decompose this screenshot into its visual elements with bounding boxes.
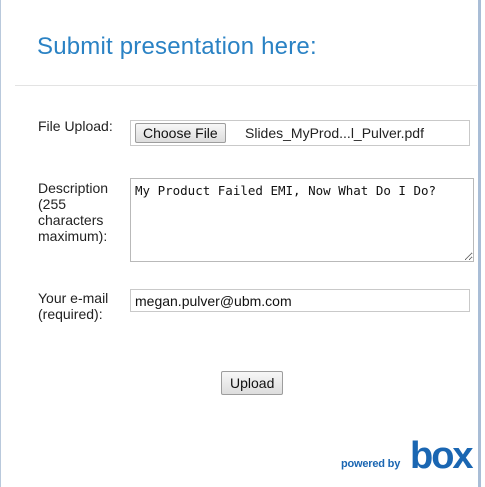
upload-button[interactable]: Upload xyxy=(221,371,284,395)
description-textarea[interactable]: My Product Failed EMI, Now What Do I Do? xyxy=(130,178,474,262)
file-input[interactable]: Choose File Slides_MyProd...l_Pulver.pdf xyxy=(130,120,470,146)
divider xyxy=(15,85,477,86)
selected-file-name: Slides_MyProd...l_Pulver.pdf xyxy=(245,125,424,141)
email-input[interactable] xyxy=(130,289,470,312)
powered-by-text: powered by xyxy=(341,458,401,470)
upload-panel: Submit presentation here: File Upload: C… xyxy=(0,0,481,487)
file-upload-label: File Upload: xyxy=(38,118,113,134)
choose-file-button[interactable]: Choose File xyxy=(135,123,226,143)
page-title: Submit presentation here: xyxy=(37,33,317,60)
description-label: Description (255 characters maximum): xyxy=(38,180,109,244)
email-label: Your e-mail (required): xyxy=(38,290,109,322)
box-logo[interactable]: box xyxy=(410,437,474,475)
